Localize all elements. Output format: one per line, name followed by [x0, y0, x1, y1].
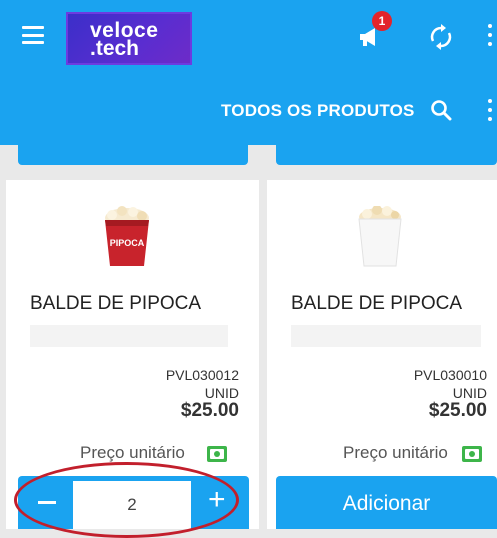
search-icon[interactable] [430, 99, 452, 121]
product-price: $25.00 [428, 400, 487, 421]
sync-icon[interactable] [428, 24, 454, 50]
product-code: PVL030012 [165, 367, 239, 383]
increment-button[interactable]: + [208, 485, 226, 515]
logo-line2: .tech [90, 37, 140, 60]
section-title[interactable]: TODOS OS PRODUTOS [221, 101, 415, 121]
bucket-label: PIPOCA [110, 238, 145, 248]
more-vert-icon[interactable] [488, 24, 494, 50]
product-name: BALDE DE PIPOCA [30, 293, 202, 314]
brand-logo: veloce .tech [66, 12, 192, 65]
cash-icon[interactable] [461, 444, 483, 464]
more-vert-icon[interactable] [488, 99, 494, 125]
quantity-input[interactable] [73, 481, 191, 529]
notification-badge: 1 [372, 11, 392, 31]
name-placeholder [30, 325, 228, 347]
product-unit: UNID [204, 385, 239, 401]
unit-price-label: Preço unitário [80, 443, 185, 462]
name-placeholder [291, 325, 481, 347]
previous-card-button[interactable] [18, 145, 248, 165]
product-unit: UNID [452, 385, 487, 401]
hamburger-icon[interactable] [22, 26, 44, 44]
quantity-stepper[interactable]: + [18, 476, 249, 529]
popcorn-bucket-image [358, 206, 402, 267]
add-button[interactable]: Adicionar [276, 476, 497, 529]
popcorn-bucket-image: PIPOCA [105, 206, 149, 266]
decrement-button[interactable] [38, 501, 56, 504]
unit-price-label: Preço unitário [343, 443, 448, 462]
cash-icon[interactable] [206, 444, 228, 464]
product-price: $25.00 [180, 400, 239, 421]
product-code: PVL030010 [413, 367, 487, 383]
previous-card-button[interactable] [276, 145, 497, 165]
product-name: BALDE DE PIPOCA [291, 293, 463, 314]
